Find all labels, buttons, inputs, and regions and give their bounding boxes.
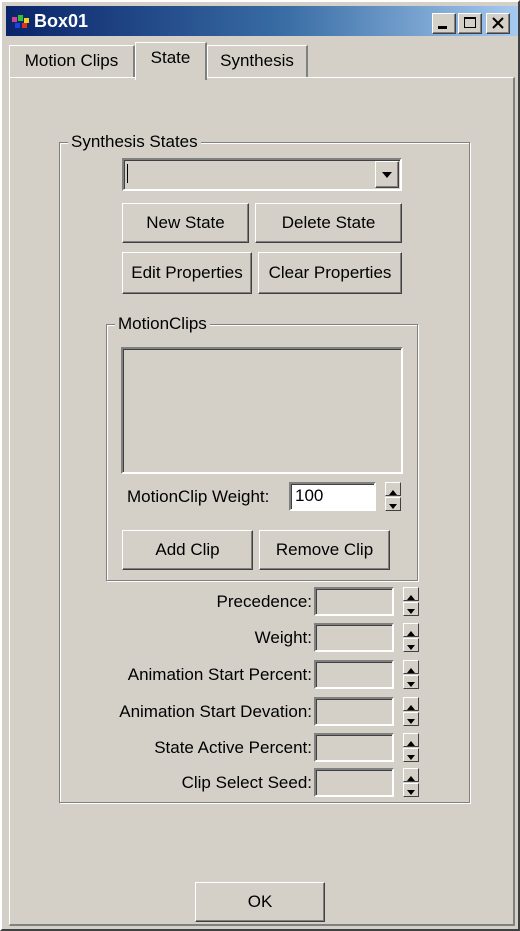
property-row-weight: Weight: [62, 623, 422, 653]
tab-label: State [150, 48, 191, 67]
spinner-down[interactable] [403, 602, 419, 616]
close-icon [492, 17, 504, 29]
property-row-animation-start-devation: Animation Start Devation: [62, 697, 422, 727]
clear-properties-label: Clear Properties [268, 263, 392, 282]
precedence-label: Precedence: [216, 592, 312, 611]
spinner-down[interactable] [403, 783, 419, 797]
spinner-up[interactable] [403, 587, 419, 601]
clip-select-seed-spinner[interactable] [403, 768, 419, 797]
arrow-down-icon [407, 609, 415, 614]
delete-state-button[interactable]: Delete State [255, 203, 402, 243]
delete-state-label: Delete State [281, 213, 376, 232]
maximize-icon [464, 17, 476, 28]
spinner-up[interactable] [403, 733, 419, 747]
property-row-animation-start-percent: Animation Start Percent: [62, 660, 422, 690]
motionclips-listbox[interactable] [121, 347, 403, 474]
arrow-down-icon [407, 755, 415, 760]
synthesis-states-label: Synthesis States [68, 132, 201, 152]
animation-start-percent-spinner[interactable] [403, 660, 419, 689]
clip-select-seed-field[interactable] [314, 768, 394, 797]
minimize-button[interactable] [432, 13, 456, 34]
ok-button[interactable]: OK [195, 882, 325, 922]
spinner-up[interactable] [403, 768, 419, 782]
clear-properties-button[interactable]: Clear Properties [258, 252, 402, 294]
animation-start-percent-field[interactable] [314, 660, 394, 689]
motionclip-weight-value: 100 [295, 486, 324, 505]
tab-motion-clips[interactable]: Motion Clips [9, 45, 135, 77]
window-title: Box01 [34, 11, 89, 31]
tab-synthesis[interactable]: Synthesis [207, 45, 308, 77]
add-clip-button[interactable]: Add Clip [122, 530, 253, 570]
motionclips-label: MotionClips [115, 314, 210, 334]
weight-spinner[interactable] [403, 623, 419, 652]
spinner-up[interactable] [403, 623, 419, 637]
state-active-percent-spinner[interactable] [403, 733, 419, 762]
precedence-field[interactable] [314, 587, 394, 616]
new-state-label: New State [146, 213, 225, 232]
motionclip-weight-spinner[interactable] [385, 482, 401, 511]
spinner-up[interactable] [403, 697, 419, 711]
property-row-clip-select-seed: Clip Select Seed: [62, 768, 422, 798]
property-row-precedence: Precedence: [62, 587, 422, 617]
arrow-down-icon [407, 790, 415, 795]
tab-state[interactable]: State [135, 42, 207, 80]
spinner-down[interactable] [403, 748, 419, 762]
arrow-down-icon [407, 719, 415, 724]
spinner-up[interactable] [403, 660, 419, 674]
state-active-percent-field[interactable] [314, 733, 394, 762]
precedence-spinner[interactable] [403, 587, 419, 616]
arrow-down-icon [407, 645, 415, 650]
app-icon [12, 14, 30, 28]
remove-clip-button[interactable]: Remove Clip [259, 530, 390, 570]
tab-label: Synthesis [220, 51, 294, 70]
state-dropdown[interactable] [122, 158, 402, 191]
motionclip-weight-label: MotionClip Weight: [127, 487, 270, 506]
animation-start-devation-label: Animation Start Devation: [119, 702, 312, 721]
spinner-down[interactable] [403, 675, 419, 689]
arrow-down-icon [389, 504, 397, 509]
weight-field[interactable] [314, 623, 394, 652]
dropdown-button[interactable] [375, 161, 399, 188]
animation-start-percent-label: Animation Start Percent: [127, 665, 312, 684]
window: Box01 Motion Clips State Synthesis Synth… [0, 0, 520, 931]
new-state-button[interactable]: New State [122, 203, 249, 243]
chevron-down-icon [382, 171, 392, 178]
add-clip-label: Add Clip [155, 540, 220, 559]
tab-label: Motion Clips [24, 51, 119, 70]
close-button[interactable] [486, 13, 510, 34]
weight-label: Weight: [254, 628, 312, 647]
ok-label: OK [247, 892, 273, 911]
edit-properties-label: Edit Properties [131, 263, 243, 282]
minimize-icon [438, 26, 447, 29]
remove-clip-label: Remove Clip [275, 540, 374, 559]
animation-start-devation-spinner[interactable] [403, 697, 419, 726]
spinner-up[interactable] [385, 482, 401, 496]
motionclip-weight-field[interactable]: 100 [289, 482, 376, 511]
spinner-down[interactable] [403, 638, 419, 652]
property-row-state-active-percent: State Active Percent: [62, 733, 422, 763]
text-cursor [127, 164, 128, 183]
spinner-down[interactable] [385, 497, 401, 511]
arrow-down-icon [407, 682, 415, 687]
title-bar[interactable]: Box01 [6, 6, 518, 36]
clip-select-seed-label: Clip Select Seed: [181, 773, 312, 792]
maximize-button[interactable] [458, 13, 482, 34]
state-active-percent-label: State Active Percent: [154, 738, 312, 757]
spinner-down[interactable] [403, 712, 419, 726]
edit-properties-button[interactable]: Edit Properties [122, 252, 252, 294]
animation-start-devation-field[interactable] [314, 697, 394, 726]
